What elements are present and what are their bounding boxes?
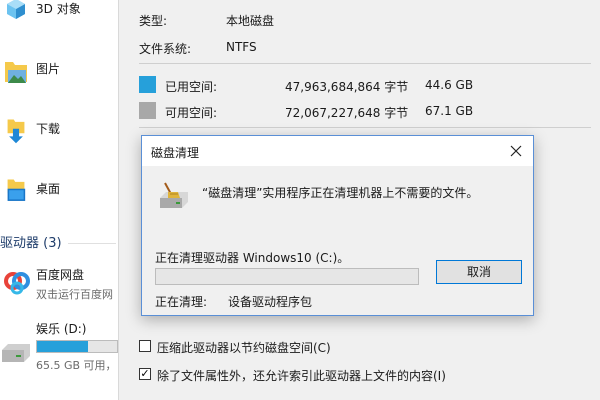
disk-cleanup-icon [160,182,188,208]
free-space-gb: 67.1 GB [425,104,474,118]
nav-item-downloads[interactable]: 下载 [0,119,118,144]
free-space-label: 可用空间: [165,106,218,120]
cleaning-status-label: 正在清理: [155,295,208,309]
used-space-swatch [139,76,156,93]
filesystem-value: NTFS [226,40,257,54]
compress-drive-checkbox[interactable] [139,340,151,352]
hard-drive-icon [2,344,30,362]
baidu-netdisk-icon [4,272,30,295]
used-space-gb: 44.6 GB [425,78,474,92]
dialog-titlebar: 磁盘清理 [142,136,533,166]
close-icon[interactable] [505,140,527,162]
nav-item-3d-objects[interactable]: 3D 对象 [0,0,118,22]
allow-index-checkbox[interactable]: ✓ [139,368,151,380]
compress-drive-label: 压缩此驱动器以节约磁盘空间(C) [157,341,331,355]
drive-subtitle-baidu: 双击运行百度网 [36,288,113,301]
drives-section-header[interactable]: 驱动器 (3) [0,232,62,251]
nav-label-pictures: 图片 [36,62,61,76]
nav-label-3d-objects: 3D 对象 [36,2,81,16]
allow-index-label: 除了文件属性外，还允许索引此驱动器上文件的内容(I) [157,369,446,383]
disk-cleanup-dialog: 磁盘清理 “磁盘清理”实用程序正在清理机器上不需要的文件。 正在清理驱动器 Wi… [141,135,534,316]
dialog-title: 磁盘清理 [151,146,200,160]
nav-label-desktop: 桌面 [36,182,61,196]
desktop-folder-icon [7,179,26,201]
nav-item-pictures[interactable]: 图片 [0,60,118,83]
section-divider [139,63,591,64]
type-value: 本地磁盘 [226,14,275,28]
drive-name-d: 娱乐 (D:) [36,322,87,336]
dialog-message: “磁盘清理”实用程序正在清理机器上不需要的文件。 [202,186,479,200]
3d-objects-icon [7,0,25,19]
cleaning-status-value: 设备驱动程序包 [228,295,313,309]
nav-label-downloads: 下载 [36,122,61,136]
drive-item-baidu[interactable]: 百度网盘 双击运行百度网 [0,266,118,306]
section-divider [68,243,116,244]
nav-item-desktop[interactable]: 桌面 [0,179,118,202]
drive-d-usage-bar [36,340,118,353]
type-label: 类型: [139,14,168,28]
used-space-bytes: 47,963,684,864 字节 [285,80,409,94]
cleaning-drive-text: 正在清理驱动器 Windows10 (C:)。 [155,251,350,265]
filesystem-label: 文件系统: [139,42,192,56]
drive-d-usage-fill [37,341,89,352]
cleanup-progress-bar [155,268,419,285]
pictures-folder-icon [5,62,27,83]
used-space-label: 已用空间: [165,80,218,94]
cancel-button[interactable]: 取消 [436,260,522,284]
drive-free-text-d: 65.5 GB 可用， [36,359,117,372]
drive-name-baidu: 百度网盘 [36,268,85,282]
explorer-nav-pane: 3D 对象 图片 下载 桌面 驱动器 (3) 百度网盘 双击运行百度网 娱乐 (… [0,0,118,400]
free-space-bytes: 72,067,227,648 字节 [285,106,409,120]
downloads-folder-icon [7,119,25,144]
section-divider [139,127,591,128]
free-space-swatch [139,102,156,119]
